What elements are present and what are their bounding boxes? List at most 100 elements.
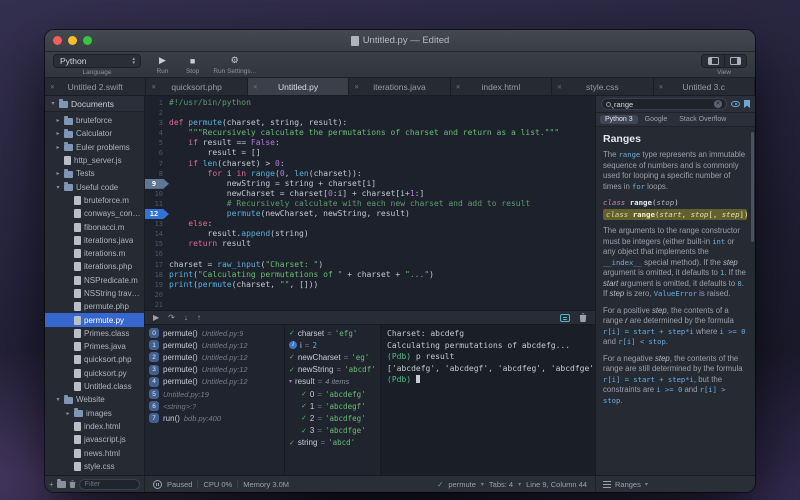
tree-item-primes-java[interactable]: Primes.java bbox=[45, 340, 144, 353]
tree-item-javascript-js[interactable]: javascript.js bbox=[45, 433, 144, 446]
bookmark-icon[interactable] bbox=[744, 100, 750, 108]
doc-tab-stack-overflow[interactable]: Stack Overflow bbox=[674, 115, 731, 124]
tree-item-iterations-java[interactable]: iterations.java bbox=[45, 234, 144, 247]
tab-close-icon[interactable]: × bbox=[659, 82, 664, 91]
tree-item-useful-code[interactable]: Useful code bbox=[45, 180, 144, 193]
tree-item-bruteforce[interactable]: bruteforce bbox=[45, 114, 144, 127]
tree-item-fibonacci-m[interactable]: fibonacci.m bbox=[45, 220, 144, 233]
stop-button[interactable]: ■ bbox=[184, 54, 201, 67]
stack-frame[interactable]: 2permute()Untitled.py:12 bbox=[145, 351, 284, 363]
disclosure-icon[interactable] bbox=[55, 396, 61, 403]
minimize-window-button[interactable] bbox=[68, 36, 77, 45]
disclosure-icon[interactable] bbox=[55, 144, 61, 151]
memory-label[interactable]: Memory 3.0M bbox=[243, 480, 289, 489]
tab-close-icon[interactable]: × bbox=[456, 82, 461, 91]
breakpoint-line-marker[interactable]: 12 bbox=[145, 209, 169, 219]
tree-item-images[interactable]: images bbox=[45, 407, 144, 420]
doc-content[interactable]: Ranges The range type represents an immu… bbox=[596, 127, 755, 475]
variable-row[interactable]: ✓newString='abcdf' bbox=[285, 364, 380, 376]
code-editor[interactable]: 1#!/usr/bin/python23def permute(charset,… bbox=[145, 96, 595, 310]
tab-iterations-java[interactable]: ×iterations.java bbox=[349, 78, 450, 95]
tree-item-website[interactable]: Website bbox=[45, 393, 144, 406]
disclosure-icon[interactable] bbox=[55, 184, 61, 191]
trash-icon[interactable] bbox=[69, 480, 76, 488]
close-window-button[interactable] bbox=[53, 36, 62, 45]
tab-untitled-py[interactable]: ×Untitled.py bbox=[248, 78, 349, 95]
tree-item-nsstring-traverse-m[interactable]: NSString traverse.m bbox=[45, 287, 144, 300]
function-popup[interactable]: permute bbox=[448, 480, 476, 489]
variable-row[interactable]: ✓newCharset='eg' bbox=[285, 351, 380, 363]
variable-row[interactable]: ✓2='abcdfeg' bbox=[285, 412, 380, 424]
tab-untitled-2-swift[interactable]: ×Untitled 2.swift bbox=[45, 78, 146, 95]
variable-row[interactable]: ✓1='abcdegf' bbox=[285, 400, 380, 412]
current-line-marker[interactable]: 9 bbox=[145, 179, 169, 189]
tree-item-http-server-js[interactable]: http_server.js bbox=[45, 154, 144, 167]
variable-row[interactable]: ✓string='abcd' bbox=[285, 437, 380, 449]
language-select[interactable]: Python ▲▼ bbox=[53, 54, 141, 68]
tree-item-iterations-php[interactable]: iterations.php bbox=[45, 260, 144, 273]
tree-item-permute-py[interactable]: permute.py bbox=[45, 313, 144, 326]
tree-item-quicksort-php[interactable]: quicksort.php bbox=[45, 353, 144, 366]
tab-close-icon[interactable]: × bbox=[354, 82, 359, 91]
documents-header[interactable]: Documents bbox=[45, 96, 144, 112]
tab-close-icon[interactable]: × bbox=[50, 82, 55, 91]
stack-frame[interactable]: 6<string>:? bbox=[145, 400, 284, 412]
tab-close-icon[interactable]: × bbox=[557, 82, 562, 91]
tree-item-conways-constant-m[interactable]: conways_constant.m bbox=[45, 207, 144, 220]
tab-index-html[interactable]: ×index.html bbox=[451, 78, 552, 95]
tree-item-tests[interactable]: Tests bbox=[45, 167, 144, 180]
eye-icon[interactable] bbox=[731, 101, 740, 107]
toggle-left-panel-button[interactable] bbox=[702, 55, 724, 67]
variable-row[interactable]: ✓3='abcdfge' bbox=[285, 425, 380, 437]
variable-row[interactable]: ii=2 bbox=[285, 339, 380, 351]
tree-item-news-html[interactable]: news.html bbox=[45, 446, 144, 459]
console-panel[interactable]: Charset: abcdefgCalculating permutations… bbox=[381, 325, 595, 475]
cpu-label[interactable]: CPU 0% bbox=[203, 480, 232, 489]
tree-item-permute-php[interactable]: permute.php bbox=[45, 300, 144, 313]
stack-frame[interactable]: 7run()bdb.py:400 bbox=[145, 412, 284, 424]
doc-search-input[interactable]: range ✕ bbox=[601, 98, 727, 110]
stack-frame[interactable]: 1permute()Untitled.py:12 bbox=[145, 339, 284, 351]
new-folder-icon[interactable] bbox=[57, 481, 66, 488]
disclosure-icon[interactable] bbox=[65, 410, 71, 417]
tree-item-nspredicate-m[interactable]: NSPredicate.m bbox=[45, 274, 144, 287]
fullscreen-window-button[interactable] bbox=[83, 36, 92, 45]
disclosure-icon[interactable] bbox=[55, 130, 61, 137]
disclosure-icon[interactable] bbox=[55, 117, 61, 124]
doc-tab-google[interactable]: Google bbox=[640, 115, 673, 124]
step-into-button[interactable]: ↓ bbox=[184, 314, 188, 322]
tree-item-untitled-class[interactable]: Untitled.class bbox=[45, 380, 144, 393]
tab-close-icon[interactable]: × bbox=[151, 82, 156, 91]
tree-item-bruteforce-m[interactable]: bruteforce.m bbox=[45, 194, 144, 207]
add-file-icon[interactable]: + bbox=[49, 480, 54, 489]
tree-item-iterations-m[interactable]: iterations.m bbox=[45, 247, 144, 260]
stack-frame[interactable]: 0permute()Untitled.py:9 bbox=[145, 327, 284, 339]
list-disclosure-icon[interactable]: ▾ bbox=[289, 378, 292, 385]
tabs-popup[interactable]: Tabs: 4 bbox=[489, 480, 513, 489]
tab-close-icon[interactable]: × bbox=[253, 82, 258, 91]
tree-item-quicksort-py[interactable]: quicksort.py bbox=[45, 367, 144, 380]
step-out-button[interactable]: ↑ bbox=[197, 314, 201, 322]
doc-scrollbar[interactable] bbox=[751, 132, 754, 242]
doc-section-popup[interactable]: Ranges bbox=[615, 480, 641, 489]
variable-row[interactable]: ▾result=4 items bbox=[285, 376, 380, 388]
tab-style-css[interactable]: ×style.css bbox=[552, 78, 653, 95]
tree-item-calculator[interactable]: Calculator bbox=[45, 127, 144, 140]
tree-item-style-css[interactable]: style.css bbox=[45, 460, 144, 473]
tree-item-index-html[interactable]: index.html bbox=[45, 420, 144, 433]
stack-frame[interactable]: 3permute()Untitled.py:12 bbox=[145, 364, 284, 376]
toggle-right-panel-button[interactable] bbox=[724, 55, 746, 67]
stack-frame[interactable]: 4permute()Untitled.py:12 bbox=[145, 376, 284, 388]
variable-row[interactable]: ✓0='abcdefg' bbox=[285, 388, 380, 400]
variable-row[interactable]: ✓charset='efg' bbox=[285, 327, 380, 339]
tree-item-primes-class[interactable]: Primes.class bbox=[45, 327, 144, 340]
console-toggle-icon[interactable] bbox=[560, 314, 570, 322]
stack-frame[interactable]: 5Untitled.py:19 bbox=[145, 388, 284, 400]
filter-input[interactable] bbox=[79, 479, 140, 490]
run-settings-button[interactable]: ⚙ bbox=[225, 54, 245, 67]
run-button[interactable]: ▶ bbox=[153, 54, 172, 67]
tree-item-euler-problems[interactable]: Euler problems bbox=[45, 141, 144, 154]
titlebar[interactable]: Untitled.py — Edited bbox=[45, 30, 755, 52]
step-over-button[interactable]: ↷ bbox=[168, 314, 175, 322]
disclosure-icon[interactable] bbox=[55, 170, 61, 177]
